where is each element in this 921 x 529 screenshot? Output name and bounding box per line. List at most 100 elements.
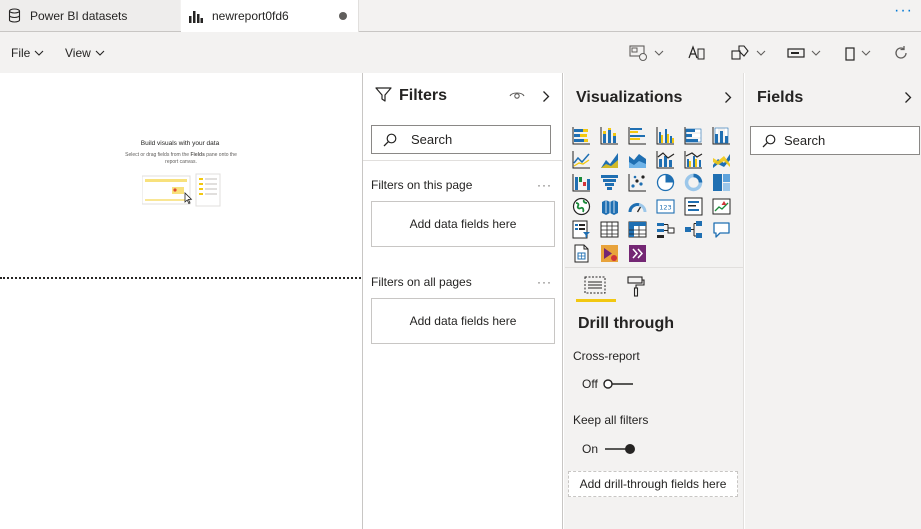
tab-power-bi-datasets[interactable]: Power BI datasets: [0, 0, 180, 31]
filters-title: Filters: [399, 87, 448, 104]
paginated-report-icon[interactable]: [572, 244, 591, 263]
clustered-bar-chart-icon[interactable]: [628, 126, 647, 145]
empty-canvas-subtitle: Select or drag fields from the Fields pa…: [125, 152, 237, 165]
text-box-icon: [688, 45, 705, 61]
file-menu-label: File: [11, 46, 31, 60]
keep-all-filters-label: Keep all filters: [573, 413, 649, 427]
page-filters-drop-well[interactable]: Add data fields here: [371, 201, 555, 247]
donut-chart-icon[interactable]: [684, 173, 703, 192]
empty-canvas-title: Build visuals with your data: [140, 140, 220, 147]
filters-on-all-pages-label: Filters on all pages: [371, 275, 472, 289]
chevron-right-icon: [542, 90, 550, 103]
chevron-right-icon: [904, 91, 912, 104]
ribbon-chart-icon[interactable]: [712, 150, 731, 169]
tab-label: newreport0fd6: [212, 9, 289, 23]
buttons-button[interactable]: [787, 43, 821, 63]
drill-through-title: Drill through: [578, 315, 674, 332]
toggle-on-icon: [604, 443, 636, 455]
matrix-icon[interactable]: [628, 220, 647, 239]
page-view-button[interactable]: [629, 43, 664, 63]
active-tab-indicator: [576, 299, 616, 302]
treemap-icon[interactable]: [712, 173, 731, 192]
collapse-fields-button[interactable]: [904, 91, 912, 104]
toggle-off-icon: [602, 378, 634, 390]
page-view-icon: [629, 45, 648, 61]
slicer-icon[interactable]: [572, 220, 591, 239]
line-and-stacked-column-chart-icon[interactable]: [656, 150, 675, 169]
all-pages-filters-drop-well[interactable]: Add data fields here: [371, 298, 555, 344]
refresh-icon: [893, 45, 909, 61]
search-icon: [383, 133, 397, 147]
fields-title: Fields: [757, 89, 804, 106]
filled-map-icon[interactable]: [600, 197, 619, 216]
fields-search-input[interactable]: Search: [750, 126, 920, 155]
database-icon: [8, 8, 21, 23]
power-apps-icon[interactable]: [600, 244, 619, 263]
search-placeholder: Search: [411, 132, 453, 147]
more-options-icon[interactable]: ···: [537, 178, 552, 192]
line-and-clustered-column-chart-icon[interactable]: [684, 150, 703, 169]
chevron-right-icon: [724, 91, 732, 104]
chevron-down-icon: [811, 50, 821, 56]
waterfall-chart-icon[interactable]: [572, 173, 591, 192]
decomposition-tree-icon[interactable]: [684, 220, 703, 239]
power-automate-icon[interactable]: [628, 244, 647, 263]
search-placeholder: Search: [784, 133, 826, 148]
more-options-icon[interactable]: ···: [537, 275, 552, 289]
build-visual-tab[interactable]: [584, 275, 606, 295]
visual-types-gallery: 123: [572, 126, 742, 263]
format-visual-tab[interactable]: [626, 275, 646, 297]
fields-well-icon: [584, 275, 606, 295]
100-stacked-bar-chart-icon[interactable]: [684, 126, 703, 145]
filter-icon: [375, 87, 392, 103]
eye-icon[interactable]: [509, 90, 525, 100]
ribbon: [0, 32, 921, 73]
cross-report-label: Cross-report: [573, 349, 640, 363]
more-options-icon[interactable]: ···: [894, 2, 913, 20]
text-box-button[interactable]: [688, 43, 705, 63]
area-chart-icon[interactable]: [600, 150, 619, 169]
chevron-down-icon: [95, 50, 105, 56]
chevron-down-icon: [654, 50, 664, 56]
empty-canvas-illustration: [142, 173, 222, 207]
refresh-button[interactable]: [893, 43, 909, 63]
bar-chart-icon: [189, 10, 203, 23]
tab-newreport[interactable]: newreport0fd6: [181, 0, 359, 32]
keep-all-filters-toggle[interactable]: On: [582, 442, 636, 456]
multi-row-card-icon[interactable]: [684, 197, 703, 216]
drill-through-drop-well[interactable]: Add drill-through fields here: [568, 471, 738, 497]
view-menu[interactable]: View: [65, 46, 105, 60]
line-chart-icon[interactable]: [572, 150, 591, 169]
100-stacked-column-chart-icon[interactable]: [712, 126, 731, 145]
scatter-chart-icon[interactable]: [628, 173, 647, 192]
clustered-column-chart-icon[interactable]: [656, 126, 675, 145]
page-break-line: [0, 277, 361, 279]
filters-on-this-page-label: Filters on this page: [371, 178, 473, 192]
card-icon[interactable]: 123: [656, 197, 675, 216]
shapes-icon: [731, 45, 750, 61]
table-icon[interactable]: [600, 220, 619, 239]
kpi-icon[interactable]: [712, 197, 731, 216]
collapse-visualizations-button[interactable]: [724, 91, 732, 104]
funnel-chart-icon[interactable]: [600, 173, 619, 192]
qa-icon[interactable]: [712, 220, 731, 239]
stacked-area-chart-icon[interactable]: [628, 150, 647, 169]
shapes-button[interactable]: [731, 43, 766, 63]
divider: [363, 160, 562, 161]
paint-roller-icon: [626, 275, 646, 297]
buttons-icon: [787, 47, 805, 59]
file-menu[interactable]: File: [11, 46, 44, 60]
tab-label: Power BI datasets: [30, 8, 128, 23]
stacked-bar-chart-icon[interactable]: [572, 126, 591, 145]
key-influencers-icon[interactable]: [656, 220, 675, 239]
filters-search-input[interactable]: Search: [371, 125, 551, 154]
map-icon[interactable]: [572, 197, 591, 216]
collapse-filters-button[interactable]: [542, 90, 550, 103]
cross-report-toggle[interactable]: Off: [582, 377, 634, 391]
toggle-state-label: Off: [582, 377, 598, 391]
pie-chart-icon[interactable]: [656, 173, 675, 192]
mobile-layout-button[interactable]: [845, 43, 871, 63]
mobile-layout-icon: [845, 45, 855, 61]
gauge-icon[interactable]: [628, 197, 647, 216]
stacked-column-chart-icon[interactable]: [600, 126, 619, 145]
